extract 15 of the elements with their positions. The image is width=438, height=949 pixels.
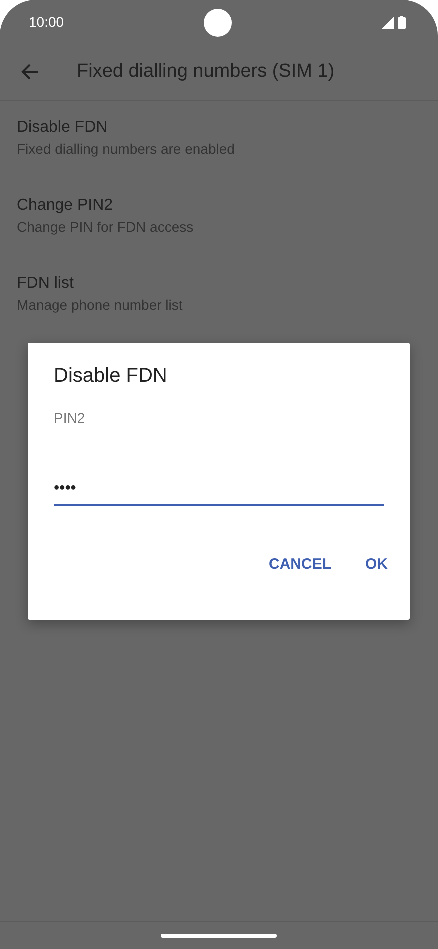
item-title: Disable FDN xyxy=(17,119,109,137)
field-label: PIN2 xyxy=(54,410,86,426)
item-title: Change PIN2 xyxy=(17,197,114,215)
back-arrow-icon[interactable] xyxy=(21,63,39,81)
dialog-button[interactable]: OK xyxy=(356,550,398,579)
signal-icon xyxy=(382,16,394,28)
home-handle[interactable] xyxy=(161,934,277,938)
battery-icon xyxy=(398,16,406,28)
toolbar-title: Fixed dialling numbers (SIM 1) xyxy=(77,61,335,83)
pin-input-field[interactable]: •••• xyxy=(54,476,384,506)
camera-cutout xyxy=(204,9,232,37)
item-title: FDN list xyxy=(17,275,75,293)
dialog-button[interactable]: CANCEL xyxy=(259,550,342,579)
dialog-title: Disable FDN xyxy=(54,365,168,388)
status-time: 10:00 xyxy=(29,14,64,30)
